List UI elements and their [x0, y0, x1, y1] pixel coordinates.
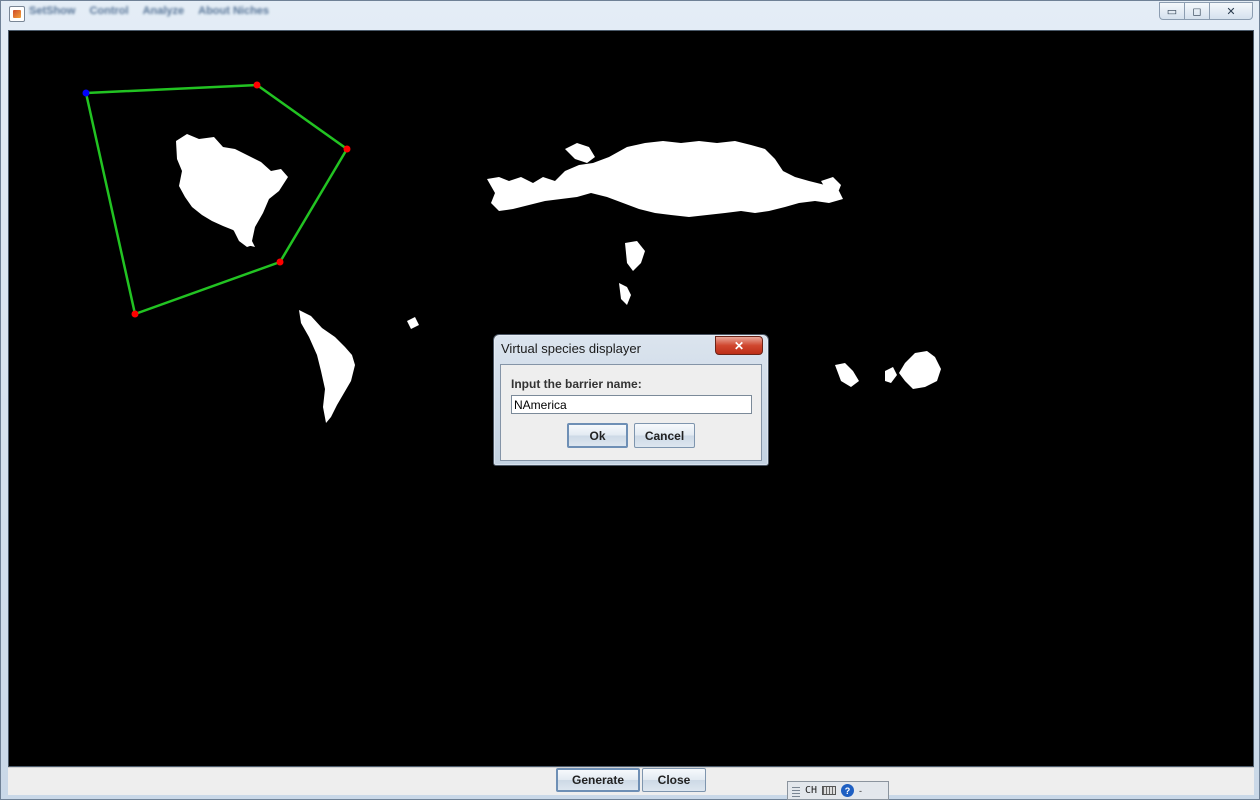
- barrier-vertex: [276, 258, 284, 266]
- window-controls: ▭ ◻ ✕: [1159, 2, 1253, 20]
- ok-button[interactable]: Ok: [567, 423, 628, 448]
- land-south-america: [299, 310, 355, 423]
- dialog-body: Input the barrier name: Ok Cancel: [500, 364, 762, 461]
- restore-button[interactable]: ◻: [1184, 2, 1210, 20]
- close-icon: ✕: [733, 338, 745, 353]
- menu-bar: SetShow Control Analyze About Niches: [29, 5, 269, 21]
- minimize-button[interactable]: ▭: [1159, 2, 1185, 20]
- keyboard-icon[interactable]: [822, 786, 837, 795]
- land-north-america: [176, 134, 288, 247]
- input-language[interactable]: CH: [805, 785, 817, 796]
- menu-about[interactable]: About Niches: [198, 5, 269, 21]
- dialog-close-button[interactable]: ✕: [715, 336, 763, 355]
- land-india: [625, 241, 645, 271]
- land-caribbean: [407, 317, 419, 329]
- language-bar: CH ? -: [787, 781, 889, 800]
- generate-button[interactable]: Generate: [556, 768, 640, 792]
- cancel-button[interactable]: Cancel: [634, 423, 695, 448]
- land-australia: [899, 351, 941, 389]
- button-bar: Generate Close: [8, 767, 1254, 795]
- barrier-vertex: [343, 145, 351, 153]
- land-australia-west: [835, 363, 859, 387]
- grip-icon[interactable]: [792, 784, 800, 797]
- ok-label: Ok: [589, 428, 606, 443]
- close-icon: ✕: [1226, 5, 1236, 18]
- minimize-icon: ▭: [1166, 5, 1178, 18]
- dialog-title: Virtual species displayer: [501, 341, 641, 356]
- help-icon[interactable]: ?: [841, 784, 855, 797]
- title-bar: SetShow Control Analyze About Niches ▭ ◻…: [1, 1, 1259, 27]
- barrier-vertex: [253, 81, 261, 89]
- land-se-asia: [619, 283, 631, 305]
- land-scandinavia: [565, 143, 595, 163]
- close-button[interactable]: Close: [642, 768, 706, 792]
- barrier-vertex: [131, 310, 139, 318]
- land-australia-south: [885, 367, 897, 383]
- barrier-name-input[interactable]: [511, 395, 752, 414]
- barrier-start-vertex: [82, 89, 90, 97]
- minimize-icon[interactable]: -: [859, 786, 862, 796]
- menu-setshow[interactable]: SetShow: [29, 5, 75, 21]
- java-app-icon: [9, 6, 25, 22]
- barrier-name-label: Input the barrier name:: [511, 377, 642, 391]
- menu-analyze[interactable]: Analyze: [143, 5, 185, 21]
- generate-label: Generate: [571, 773, 625, 787]
- restore-icon: ◻: [1192, 5, 1202, 18]
- land-eurasia: [487, 141, 843, 217]
- cancel-label: Cancel: [644, 428, 685, 443]
- menu-control[interactable]: Control: [89, 5, 128, 21]
- barrier-name-dialog: Virtual species displayer ✕ Input the ba…: [493, 334, 769, 466]
- window-close-button[interactable]: ✕: [1209, 2, 1253, 20]
- app-window: SetShow Control Analyze About Niches ▭ ◻…: [0, 0, 1260, 800]
- close-label: Close: [657, 773, 691, 787]
